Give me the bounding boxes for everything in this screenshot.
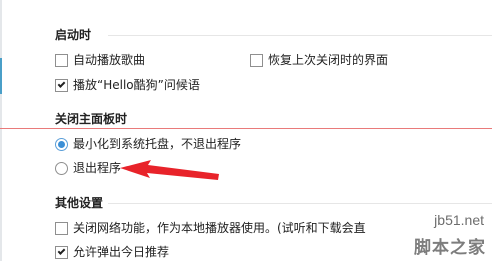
disable-network-checkbox[interactable]	[55, 221, 68, 235]
watermark: jb51.net 脚本之家	[392, 209, 490, 259]
check-icon	[57, 247, 66, 255]
section-divider-other	[108, 203, 492, 204]
disable-network-label: 关闭网络功能，作为本地播放器使用。(试听和下载会直	[73, 221, 366, 235]
watermark-url: jb51.net	[434, 212, 484, 228]
section-title-other: 其他设置	[55, 196, 104, 210]
daily-recommend-checkbox[interactable]	[55, 245, 68, 259]
watermark-name: 脚本之家	[414, 238, 486, 258]
daily-recommend-label: 允许弹出今日推荐	[73, 245, 170, 259]
disable-network-option[interactable]: 关闭网络功能，作为本地播放器使用。(试听和下载会直	[55, 221, 366, 235]
arrow-icon	[120, 160, 219, 180]
daily-recommend-option[interactable]: 允许弹出今日推荐	[55, 245, 169, 259]
